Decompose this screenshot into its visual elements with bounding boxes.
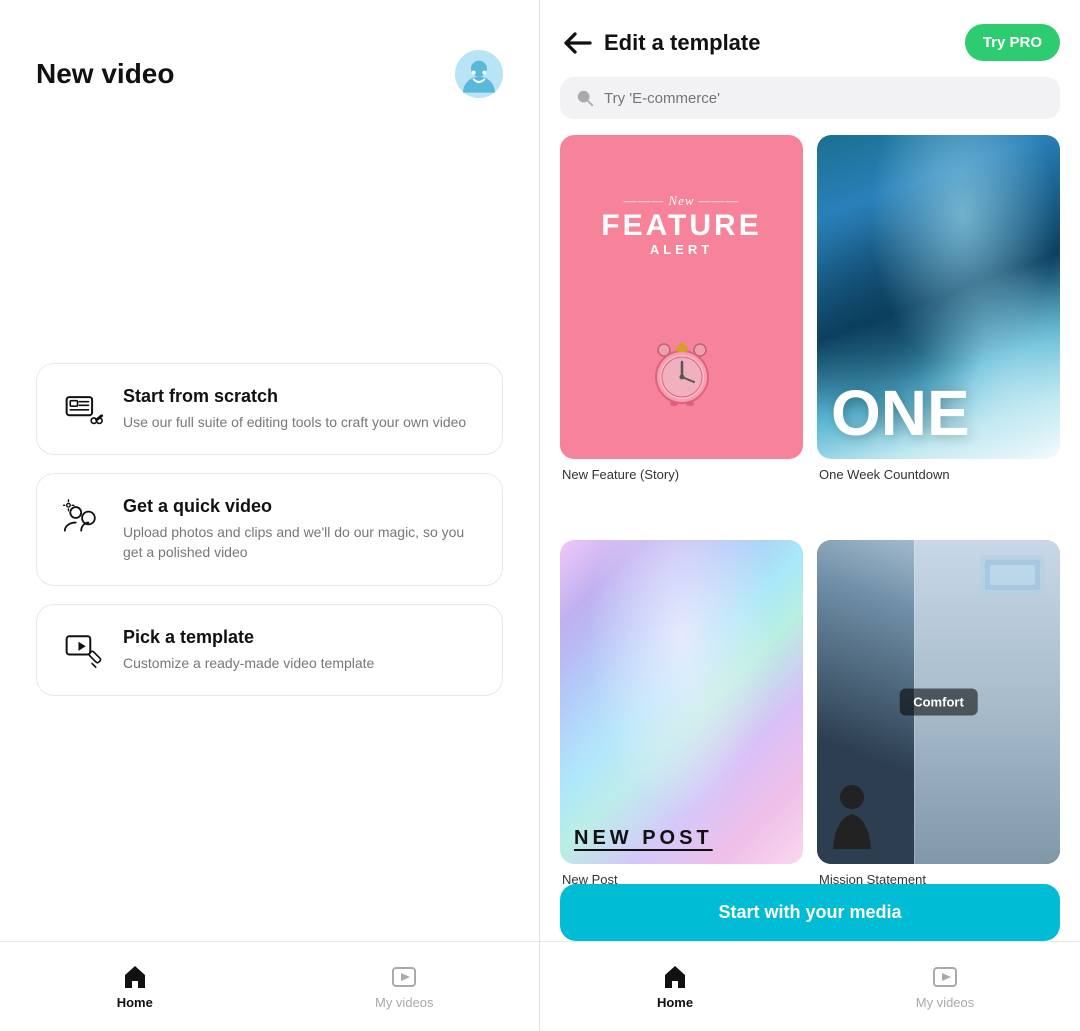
left-myvideos-label: My videos (375, 995, 434, 1010)
feature-alert-text: ALERT (601, 242, 761, 257)
template-label-new-feature: New Feature (Story) (560, 467, 803, 482)
new-post-text: NEW POST (574, 827, 713, 850)
template-thumb-car: Comfort (817, 540, 1060, 864)
back-arrow-icon (560, 25, 596, 61)
avatar-icon (455, 50, 503, 98)
feature-main-text: FEATURE (601, 209, 761, 242)
left-panel: New video (0, 0, 540, 1031)
left-bottom-nav: Home My videos (0, 941, 539, 1031)
search-input[interactable] (604, 90, 1044, 107)
avatar[interactable] (455, 50, 503, 98)
left-content: Start from scratch Use our full suite of… (0, 118, 539, 941)
template-thumb-pink: — New — FEATURE ALERT (560, 135, 803, 459)
left-nav-home[interactable]: Home (0, 963, 270, 1010)
quick-option-text: Get a quick video Upload photos and clip… (123, 496, 478, 562)
template-card-new-post[interactable]: NEW POST New Post (560, 540, 803, 931)
right-home-label: Home (657, 995, 693, 1010)
start-from-scratch-card[interactable]: Start from scratch Use our full suite of… (36, 363, 503, 456)
right-nav-myvideos[interactable]: My videos (810, 963, 1080, 1010)
quick-desc: Upload photos and clips and we'll do our… (123, 523, 478, 562)
template-desc: Customize a ready-made video template (123, 654, 374, 674)
template-title: Pick a template (123, 627, 374, 648)
person-silhouette (825, 779, 880, 859)
template-card-new-feature[interactable]: — New — FEATURE ALERT (560, 135, 803, 526)
search-bar (560, 77, 1060, 119)
left-header: New video (0, 0, 539, 118)
alarm-clock-illustration (642, 332, 722, 412)
pick-template-card[interactable]: Pick a template Customize a ready-made v… (36, 604, 503, 697)
right-nav-home[interactable]: Home (540, 963, 810, 1010)
template-thumb-ocean: ONE (817, 135, 1060, 459)
template-thumb-holo: NEW POST (560, 540, 803, 864)
right-header: Edit a template Try PRO (540, 0, 1080, 77)
start-media-button[interactable]: Start with your media (560, 884, 1060, 941)
right-panel: Edit a template Try PRO — New — FEATURE … (540, 0, 1080, 1031)
scratch-desc: Use our full suite of editing tools to c… (123, 413, 466, 433)
template-icon (61, 627, 105, 671)
back-button[interactable] (560, 25, 596, 61)
left-nav-myvideos[interactable]: My videos (270, 963, 540, 1010)
template-label-one-week: One Week Countdown (817, 467, 1060, 482)
template-card-mission[interactable]: Comfort Mission Statement (817, 540, 1060, 931)
myvideos-icon-right (931, 963, 959, 991)
home-icon-left (121, 963, 149, 991)
car-screens (980, 555, 1050, 605)
quick-title: Get a quick video (123, 496, 478, 517)
template-option-text: Pick a template Customize a ready-made v… (123, 627, 374, 674)
try-pro-button[interactable]: Try PRO (965, 24, 1060, 61)
right-title: Edit a template (604, 30, 965, 56)
right-bottom-nav: Home My videos (540, 941, 1080, 1031)
comfort-badge: Comfort (899, 689, 978, 716)
search-icon (576, 89, 594, 107)
feature-new-text: — New — (601, 193, 761, 209)
template-card-one-week[interactable]: ONE One Week Countdown (817, 135, 1060, 526)
one-text: ONE (831, 381, 970, 445)
left-title: New video (36, 58, 174, 90)
home-icon-right (661, 963, 689, 991)
quick-video-icon (61, 496, 105, 540)
feature-text-block: — New — FEATURE ALERT (601, 193, 761, 257)
myvideos-icon-left (390, 963, 418, 991)
quick-video-card[interactable]: Get a quick video Upload photos and clip… (36, 473, 503, 585)
right-myvideos-label: My videos (916, 995, 975, 1010)
scratch-option-text: Start from scratch Use our full suite of… (123, 386, 466, 433)
scratch-icon (61, 386, 105, 430)
scratch-title: Start from scratch (123, 386, 466, 407)
left-home-label: Home (117, 995, 153, 1010)
